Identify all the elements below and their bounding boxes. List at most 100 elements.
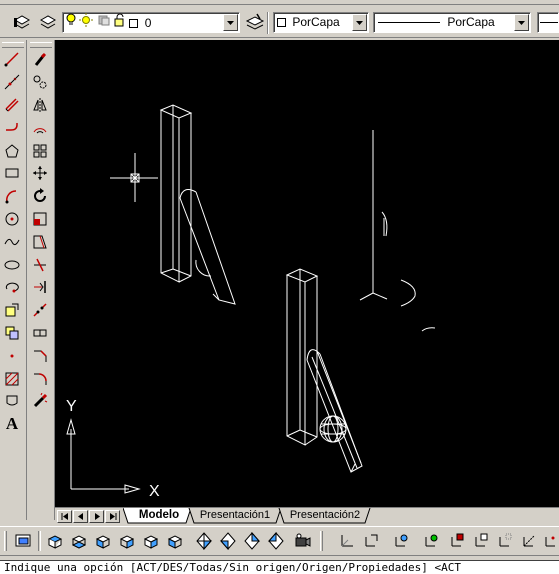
sw-isometric-icon[interactable] xyxy=(193,530,215,552)
stretch-icon[interactable] xyxy=(28,230,52,253)
top-view-icon[interactable] xyxy=(44,530,66,552)
lineweight-sample-icon xyxy=(540,22,558,23)
ucs-previous-icon[interactable] xyxy=(360,530,382,552)
ucs-object-icon[interactable] xyxy=(420,530,442,552)
linetype-sample-icon xyxy=(378,22,440,24)
left-view-icon[interactable] xyxy=(92,530,114,552)
ucs-zaxis-icon[interactable] xyxy=(518,530,540,552)
post-solid-1 xyxy=(159,104,193,283)
offset-icon[interactable] xyxy=(28,116,52,139)
layer-name: 0 xyxy=(144,15,152,30)
break-icon[interactable] xyxy=(28,299,52,322)
ucs-icon xyxy=(66,418,141,494)
se-isometric-icon[interactable] xyxy=(217,530,239,552)
draw-toolbar: A xyxy=(0,40,27,520)
line-icon[interactable] xyxy=(0,48,24,71)
lightbulb-icon xyxy=(66,13,76,32)
lineweight-dropdown[interactable] xyxy=(537,12,559,33)
modify-toolbar xyxy=(28,40,55,520)
right-view-icon[interactable] xyxy=(116,530,138,552)
tab-modelo[interactable]: Modelo xyxy=(128,508,190,524)
sphere-wireframe xyxy=(319,415,347,443)
array-icon[interactable] xyxy=(28,139,52,162)
toolbar-separator xyxy=(38,531,41,551)
layer-previous-icon[interactable] xyxy=(36,10,60,34)
back-view-icon[interactable] xyxy=(164,530,186,552)
move-icon[interactable] xyxy=(28,162,52,185)
make-object-layer-current-icon[interactable] xyxy=(243,10,267,34)
menu-strip xyxy=(0,0,559,5)
chamfer-icon[interactable] xyxy=(28,344,52,367)
layout-tabs-bar: Modelo Presentación1 Presentación2 xyxy=(55,507,559,524)
last-tab-icon[interactable] xyxy=(105,510,120,523)
trim-icon[interactable] xyxy=(28,253,52,276)
rotate-icon[interactable] xyxy=(28,185,52,208)
ucs-3point-icon[interactable] xyxy=(540,530,559,552)
scale-icon[interactable] xyxy=(28,208,52,231)
arc-icon[interactable] xyxy=(0,185,24,208)
chevron-down-icon[interactable] xyxy=(352,14,367,31)
region-icon[interactable] xyxy=(0,390,24,413)
text-icon[interactable]: A xyxy=(0,413,24,436)
tab-presentacion1[interactable]: Presentación1 xyxy=(193,508,277,524)
ucs-world-icon[interactable] xyxy=(390,530,412,552)
extend-icon[interactable] xyxy=(28,276,52,299)
command-line[interactable]: Indique una opción [ACT/DES/Todas/Sin or… xyxy=(0,560,559,574)
model-space-canvas[interactable]: Y X xyxy=(55,40,559,507)
explode-icon[interactable] xyxy=(28,390,52,413)
sun-freeze-icon xyxy=(79,13,94,32)
chevron-down-icon[interactable] xyxy=(514,14,529,31)
color-swatch xyxy=(277,18,286,28)
insert-block-icon[interactable] xyxy=(0,299,24,322)
mirror-icon[interactable] xyxy=(28,94,52,117)
ucs-tripod xyxy=(359,130,436,332)
tab-presentacion2[interactable]: Presentación2 xyxy=(283,508,367,524)
front-view-icon[interactable] xyxy=(140,530,162,552)
camera-icon[interactable] xyxy=(292,530,314,552)
layer-color-swatch xyxy=(129,18,139,28)
drawing-svg: Y X xyxy=(66,104,436,500)
bottom-toolbars xyxy=(0,526,559,556)
point-icon[interactable] xyxy=(0,344,24,367)
toolbar-grip xyxy=(4,531,7,551)
previous-tab-icon[interactable] xyxy=(73,510,88,523)
viewport-freeze-icon xyxy=(97,13,111,32)
hatch-icon[interactable] xyxy=(0,367,24,390)
toolbar-grip xyxy=(320,531,323,551)
ucs-icon-button[interactable] xyxy=(336,530,358,552)
toolbar-separator xyxy=(267,12,269,34)
spline-icon[interactable] xyxy=(0,230,24,253)
copy-icon[interactable] xyxy=(28,71,52,94)
erase-icon[interactable] xyxy=(28,48,52,71)
ellipse-icon[interactable] xyxy=(0,253,24,276)
circle-icon[interactable] xyxy=(0,208,24,231)
join-icon[interactable] xyxy=(28,322,52,345)
polygon-icon[interactable] xyxy=(0,139,24,162)
brace-solid-1 xyxy=(179,189,236,305)
ne-isometric-icon[interactable] xyxy=(241,530,263,552)
fillet-icon[interactable] xyxy=(28,367,52,390)
next-tab-icon[interactable] xyxy=(89,510,104,523)
chevron-down-icon[interactable] xyxy=(223,14,238,31)
linetype-dropdown[interactable]: PorCapa xyxy=(373,12,531,33)
linetype-value: PorCapa xyxy=(447,15,495,30)
first-tab-icon[interactable] xyxy=(57,510,72,523)
layer-dropdown[interactable]: 0 xyxy=(62,12,240,33)
make-block-icon[interactable] xyxy=(0,322,24,345)
ucs-view-icon[interactable] xyxy=(470,530,492,552)
construction-line-icon[interactable] xyxy=(0,71,24,94)
ucs-origin-icon[interactable] xyxy=(494,530,516,552)
nw-isometric-icon[interactable] xyxy=(265,530,287,552)
bottom-view-icon[interactable] xyxy=(68,530,90,552)
lock-icon xyxy=(114,13,126,32)
ucs-face-icon[interactable] xyxy=(446,530,468,552)
named-views-icon[interactable] xyxy=(13,530,35,552)
layer-manager-icon[interactable] xyxy=(10,10,34,34)
ucs-x-label: X xyxy=(149,483,160,500)
ucs-y-label: Y xyxy=(66,398,77,415)
multiline-icon[interactable] xyxy=(0,94,24,117)
color-dropdown[interactable]: PorCapa xyxy=(273,12,369,33)
polyline-icon[interactable] xyxy=(0,116,24,139)
rectangle-icon[interactable] xyxy=(0,162,24,185)
ellipse-arc-icon[interactable] xyxy=(0,276,24,299)
